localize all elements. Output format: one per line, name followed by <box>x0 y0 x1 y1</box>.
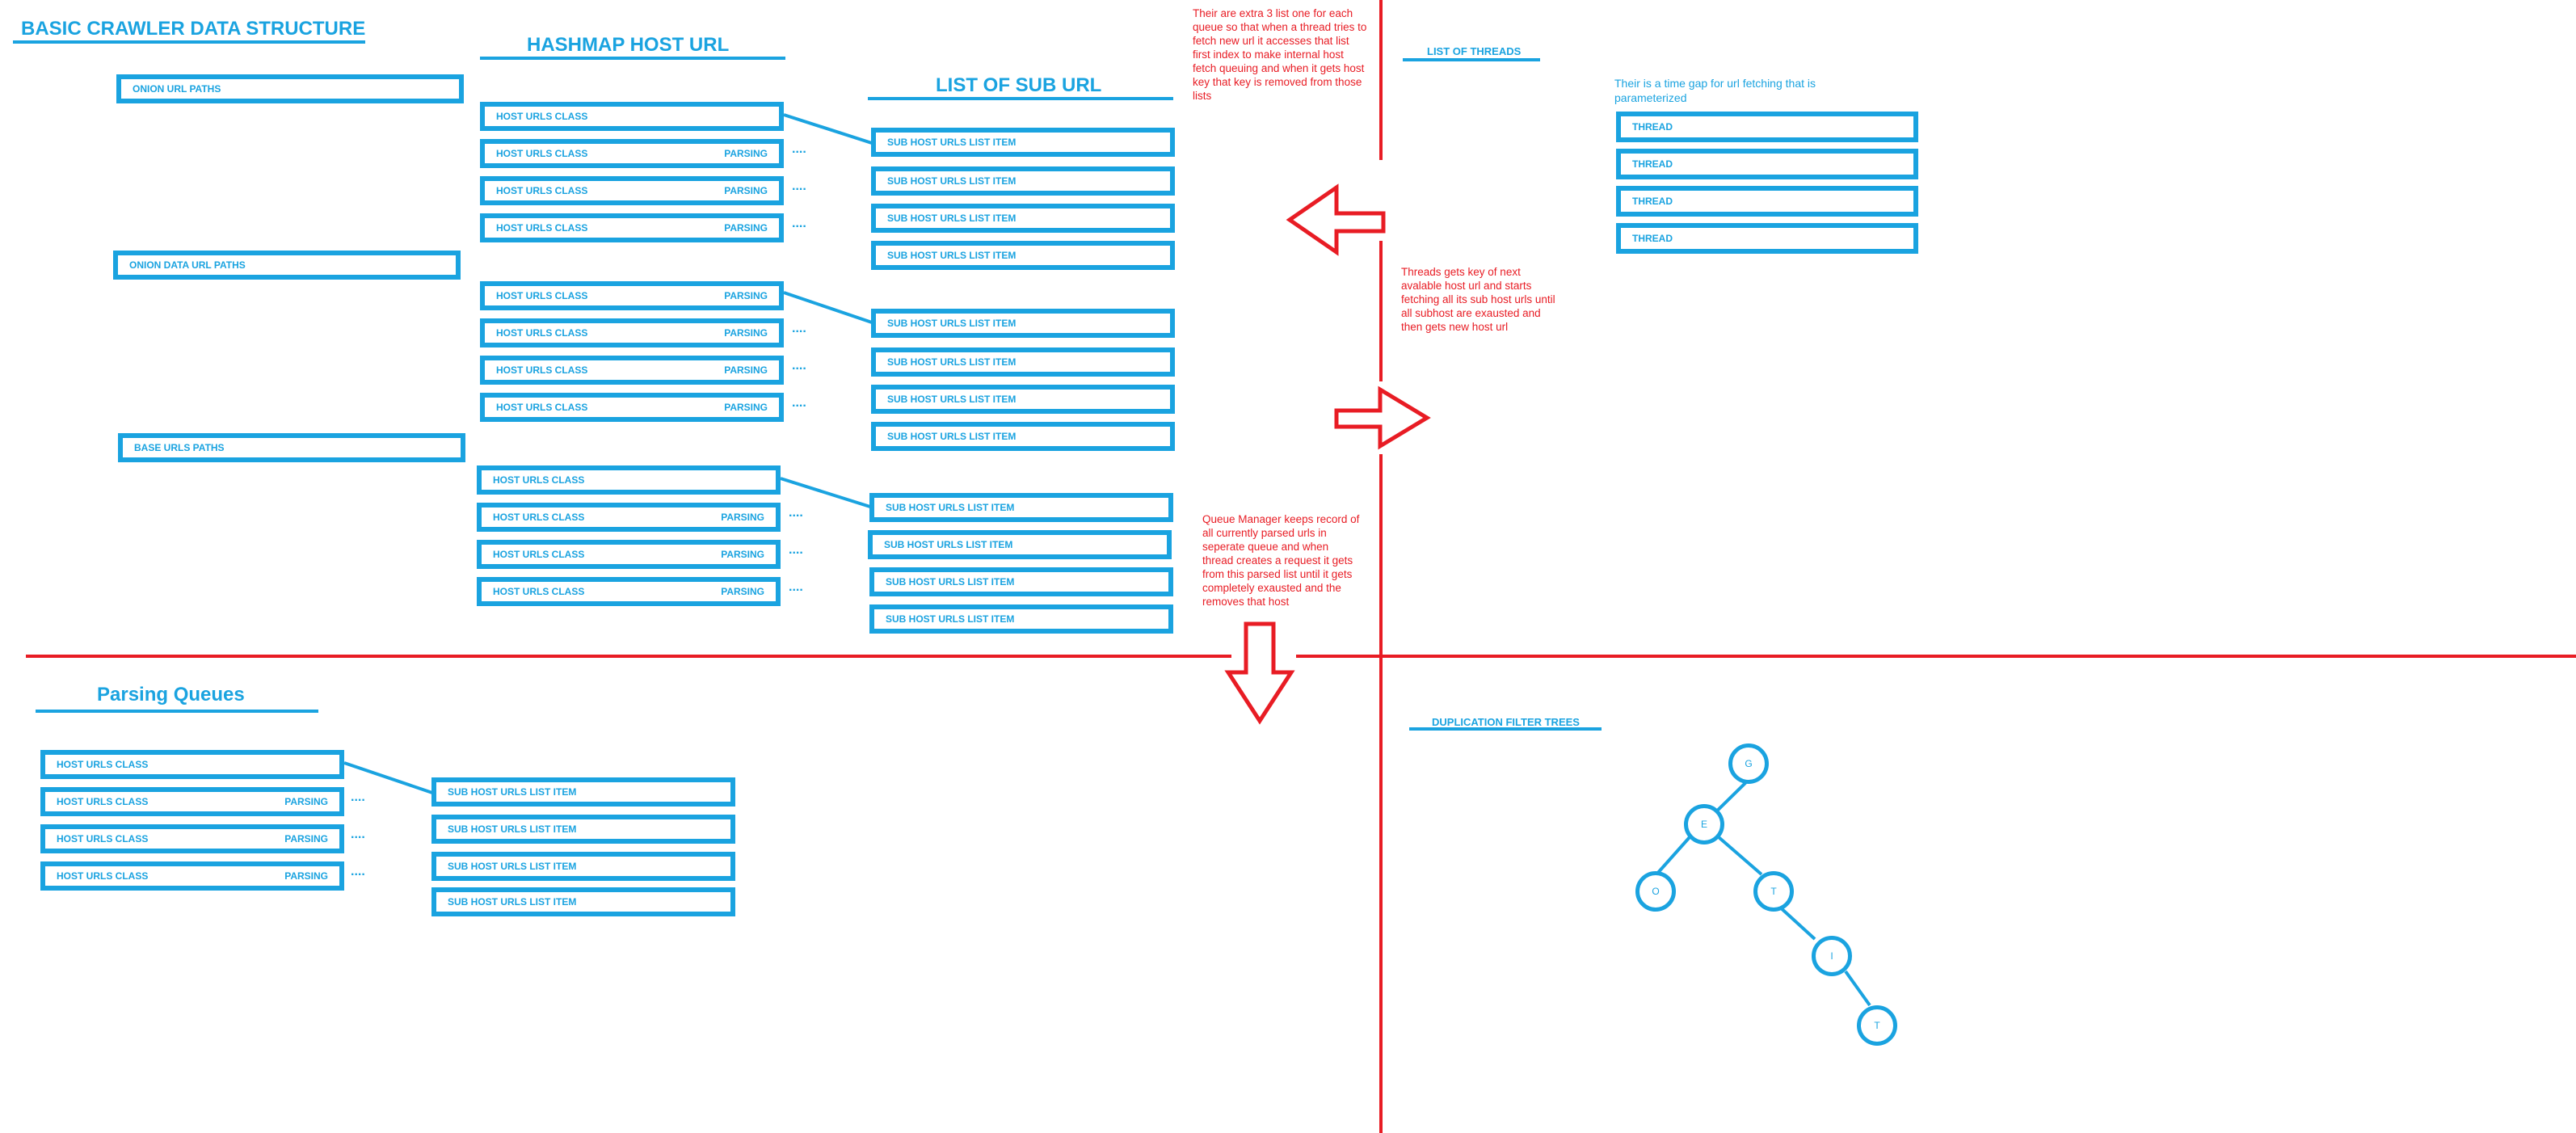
tree-node: E <box>1684 804 1724 844</box>
tree-node: T <box>1753 871 1794 912</box>
arrow-left-icon <box>1286 183 1386 256</box>
connector-line <box>343 761 436 795</box>
connector-line <box>783 291 875 325</box>
connector-line <box>783 113 875 145</box>
tree-node: O <box>1635 871 1676 912</box>
tree-node: T <box>1857 1005 1897 1046</box>
tree-edge <box>1655 836 1691 876</box>
connectors-layer <box>343 113 1871 1007</box>
tree-edge <box>1776 903 1816 941</box>
tree-edge <box>1844 970 1871 1007</box>
tree-node: G <box>1728 743 1769 784</box>
tree-node: I <box>1812 936 1852 976</box>
diagram-canvas: BASIC CRAWLER DATA STRUCTURE HASHMAP HOS… <box>0 0 2576 1133</box>
arrow-down-icon <box>1224 621 1295 725</box>
connector-line <box>780 477 873 509</box>
arrow-right-icon <box>1334 385 1431 450</box>
tree-edge <box>1717 836 1763 876</box>
